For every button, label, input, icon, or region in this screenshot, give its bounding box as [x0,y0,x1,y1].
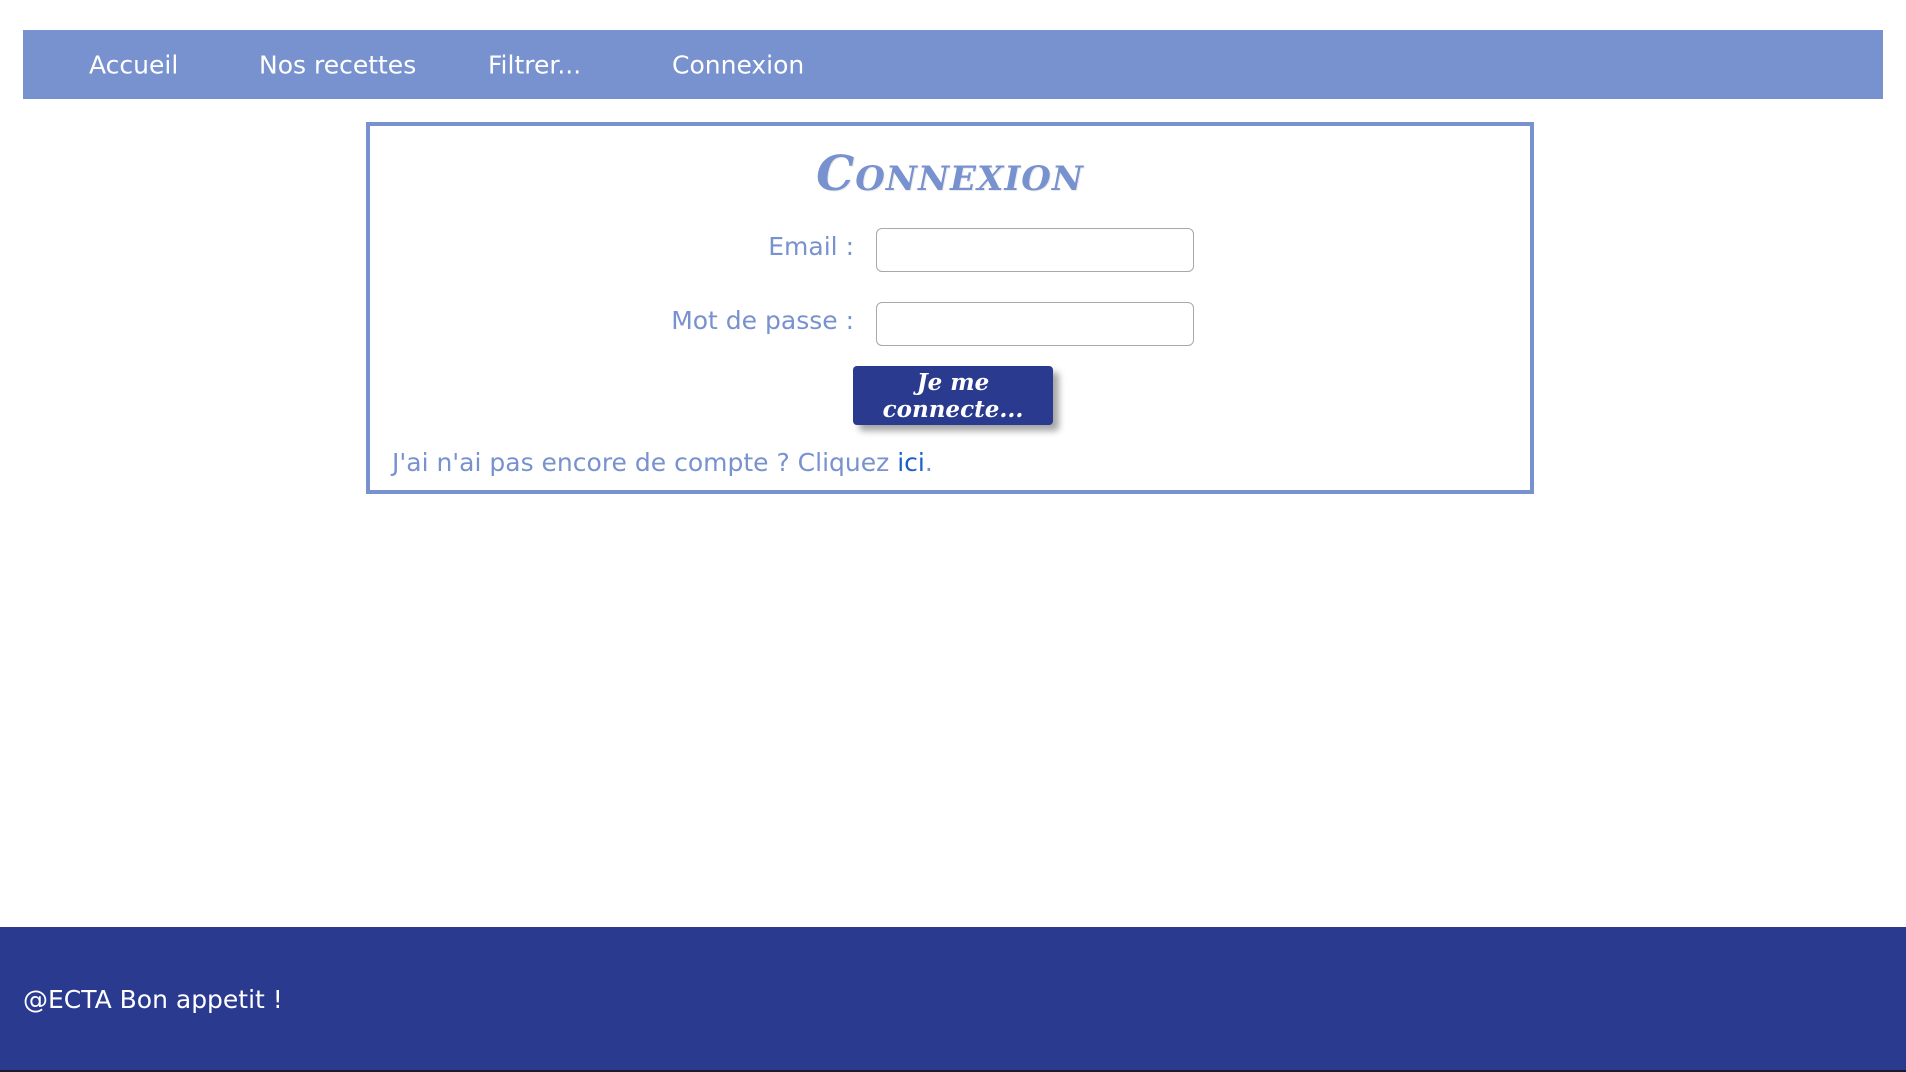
nav-item-accueil[interactable]: Accueil [89,50,178,79]
password-field[interactable] [876,302,1194,346]
password-label: Mot de passe : [671,306,854,335]
nav-item-filtrer[interactable]: Filtrer... [488,50,581,79]
nav-item-nos-recettes[interactable]: Nos recettes [259,50,416,79]
footer-text: @ECTA Bon appetit ! [23,985,283,1014]
page-footer: @ECTA Bon appetit ! [0,927,1906,1072]
signup-prompt-text: J'ai n'ai pas encore de compte ? Cliquez [392,448,898,477]
login-title: Connexion [816,146,1084,202]
signup-link[interactable]: ici [897,448,925,477]
login-submit-button[interactable]: Je me connecte... [853,366,1053,425]
signup-prompt-suffix: . [924,448,933,477]
signup-prompt: J'ai n'ai pas encore de compte ? Cliquez… [392,448,933,477]
top-navbar: Accueil Nos recettes Filtrer... Connexio… [23,30,1883,99]
email-field[interactable] [876,228,1194,272]
login-panel: Connexion Email : Mot de passe : Je me c… [366,122,1534,494]
nav-item-connexion[interactable]: Connexion [672,50,804,79]
email-label: Email : [768,232,854,261]
